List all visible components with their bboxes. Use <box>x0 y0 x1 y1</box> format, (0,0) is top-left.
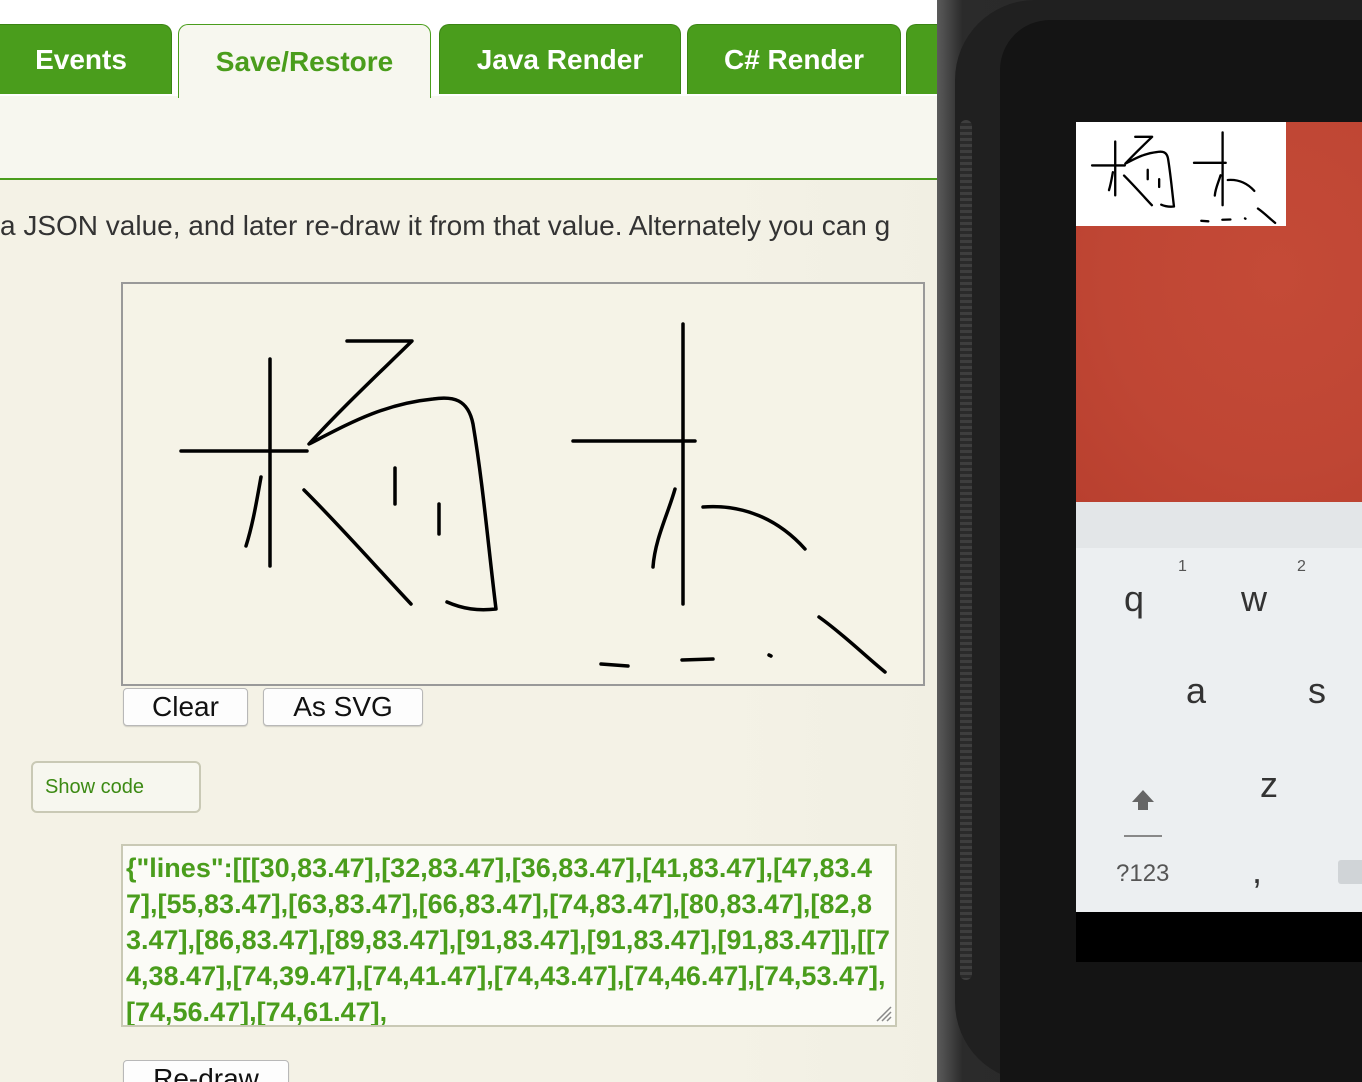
key-z[interactable]: z <box>1260 764 1278 806</box>
thumbnail-strokes <box>1090 131 1277 225</box>
tab-panel-header <box>0 96 940 180</box>
key-q[interactable]: q <box>1124 578 1144 620</box>
tab-label: Java Render <box>476 43 644 75</box>
tab-label: C# Render <box>723 43 865 75</box>
soft-keyboard: 1 q 2 w a s z ?123 , <box>1076 502 1362 912</box>
json-value: {"lines":[[[30,83.47],[32,83.47],[36,83.… <box>126 853 890 1027</box>
redraw-button-label: Re-draw <box>153 1063 259 1082</box>
tab-events[interactable]: Events <box>0 24 172 94</box>
tab-label: Events <box>35 43 127 75</box>
key-space[interactable] <box>1338 860 1362 884</box>
navigation-bar <box>1076 912 1362 962</box>
key-s[interactable]: s <box>1308 670 1326 712</box>
resize-handle-icon[interactable] <box>873 1003 893 1023</box>
tab-more[interactable] <box>906 24 940 94</box>
json-textarea[interactable]: {"lines":[[[30,83.47],[32,83.47],[36,83.… <box>121 844 897 1027</box>
show-code-label: Show code <box>45 775 144 798</box>
key-comma[interactable]: , <box>1252 850 1262 892</box>
key-a[interactable]: a <box>1186 670 1206 712</box>
tab-label: Save/Restore <box>215 45 394 77</box>
phone-screen: 1 q 2 w a s z ?123 , <box>1076 122 1362 962</box>
show-code-button[interactable]: Show code <box>31 761 201 813</box>
clear-button-label: Clear <box>152 691 219 722</box>
redraw-button[interactable]: Re-draw <box>123 1060 289 1082</box>
drawing-strokes <box>179 322 887 674</box>
signature-canvas[interactable] <box>121 282 925 686</box>
suggestion-strip <box>1076 502 1362 548</box>
as-svg-button-label: As SVG <box>293 691 393 722</box>
shift-icon[interactable] <box>1122 770 1164 842</box>
tab-save-restore[interactable]: Save/Restore <box>178 24 431 98</box>
as-svg-button[interactable]: As SVG <box>263 688 423 726</box>
signature-thumbnail <box>1076 122 1286 226</box>
clear-button[interactable]: Clear <box>123 688 248 726</box>
key-hint: 1 <box>1178 558 1187 575</box>
key-w[interactable]: w <box>1241 578 1267 620</box>
intro-text: a JSON value, and later re-draw it from … <box>0 210 891 241</box>
key-hint: 2 <box>1297 558 1306 575</box>
tab-csharp-render[interactable]: C# Render <box>687 24 901 94</box>
speaker-grille <box>960 120 972 980</box>
tab-java-render[interactable]: Java Render <box>439 24 681 94</box>
key-symbols[interactable]: ?123 <box>1116 860 1169 888</box>
browser-page: Events Save/Restore Java Render C# Rende… <box>0 0 940 1082</box>
